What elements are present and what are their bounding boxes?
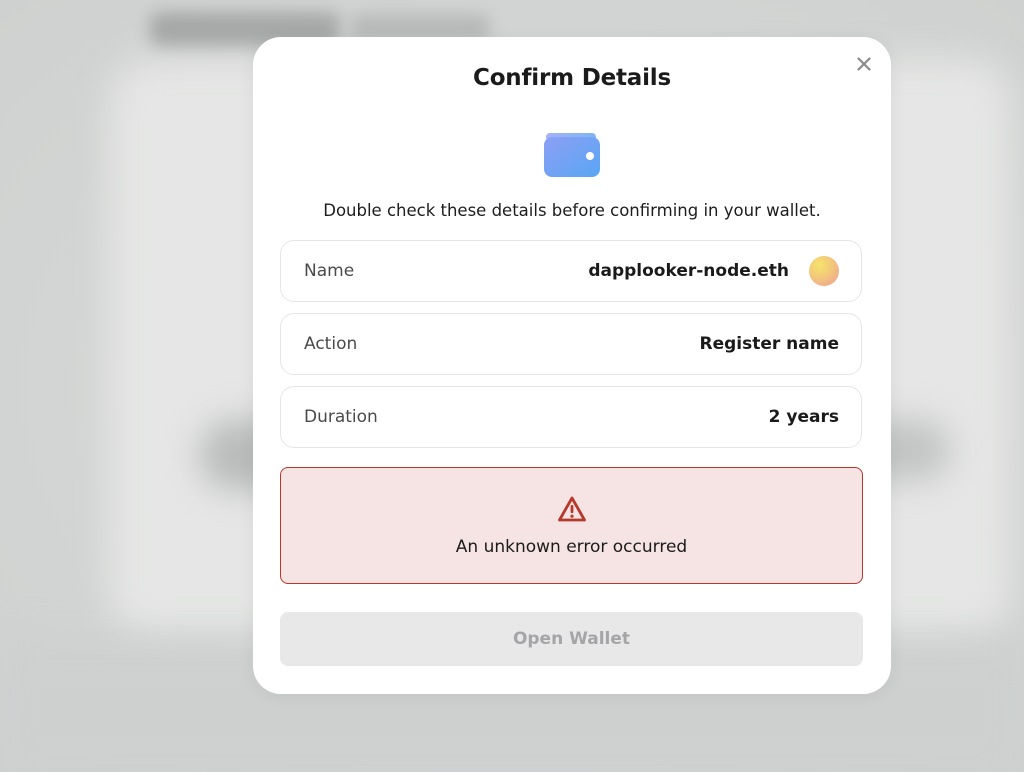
detail-value: 2 years — [768, 407, 839, 427]
error-message-box: An unknown error occurred — [280, 467, 863, 584]
wallet-icon — [544, 133, 600, 177]
detail-label: Duration — [304, 407, 378, 427]
detail-row-duration: Duration 2 years — [280, 386, 862, 448]
dialog-subtitle: Double check these details before confir… — [323, 201, 821, 220]
dialog-title: Confirm Details — [473, 65, 671, 91]
detail-row-name: Name dapplooker-node.eth — [280, 240, 862, 302]
error-message: An unknown error occurred — [455, 536, 688, 557]
confirm-details-dialog: Confirm Details Double check these detai… — [253, 37, 891, 694]
open-wallet-button[interactable]: Open Wallet — [280, 612, 863, 666]
warning-icon — [557, 496, 586, 521]
detail-label: Action — [304, 334, 358, 354]
detail-row-action: Action Register name — [280, 313, 862, 375]
detail-value: dapplooker-node.eth — [588, 261, 789, 281]
detail-value: Register name — [699, 334, 839, 354]
detail-value-wrapper: dapplooker-node.eth — [588, 256, 839, 286]
avatar — [809, 256, 839, 286]
detail-label: Name — [304, 261, 355, 281]
